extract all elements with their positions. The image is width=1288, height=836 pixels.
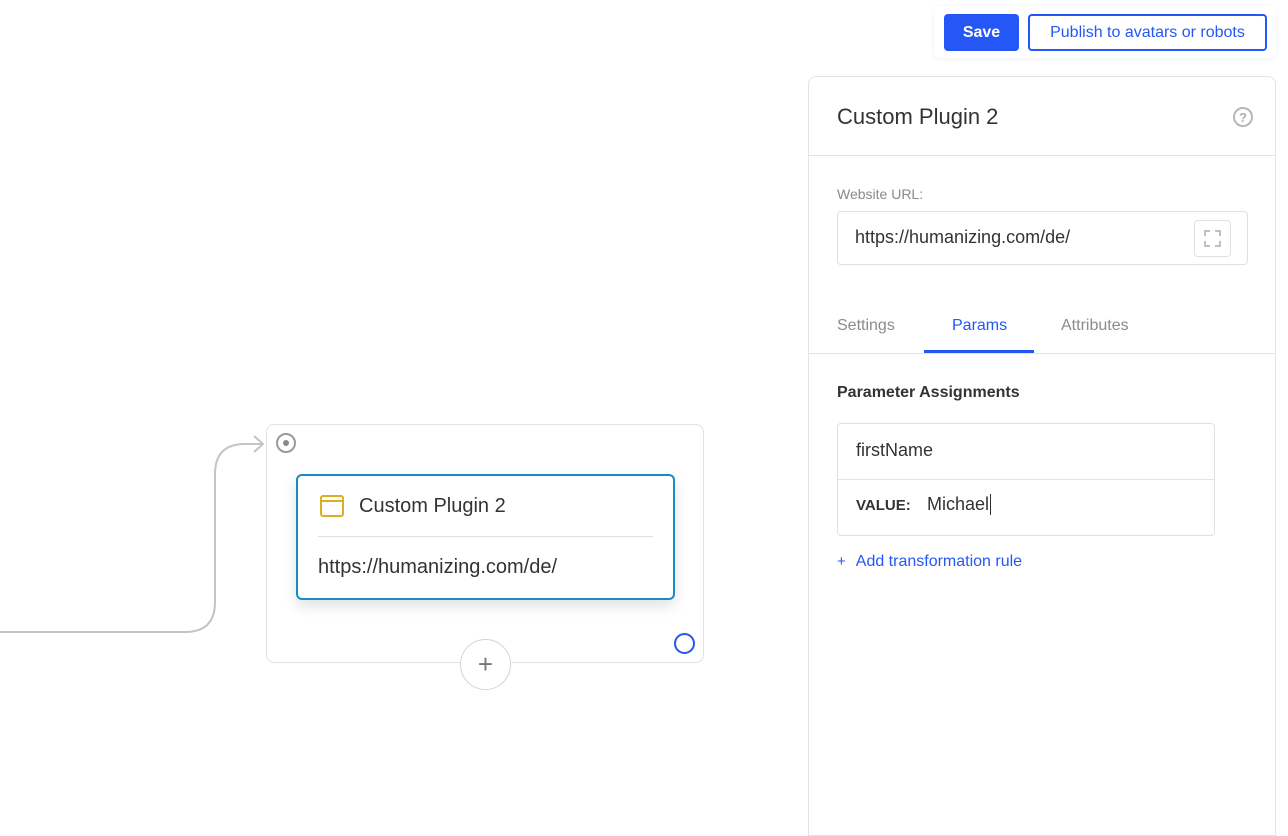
parameter-assignment-card: firstName VALUE: Michael <box>837 423 1215 536</box>
param-divider <box>838 479 1214 480</box>
expand-icon <box>1204 230 1221 247</box>
add-node-button[interactable]: + <box>460 639 511 690</box>
plugin-node-card[interactable]: Custom Plugin 2 https://humanizing.com/d… <box>296 474 675 600</box>
node-url: https://humanizing.com/de/ <box>318 556 558 578</box>
add-rule-label: Add transformation rule <box>855 553 1023 570</box>
plus-icon: + <box>837 553 846 570</box>
node-title: Custom Plugin 2 <box>359 495 506 517</box>
browser-window-icon <box>320 495 344 517</box>
add-transformation-rule-link[interactable]: + Add transformation rule <box>837 553 1022 571</box>
save-button[interactable]: Save <box>944 14 1019 51</box>
parameter-name: firstName <box>856 440 934 460</box>
value-input[interactable]: Michael <box>927 494 992 515</box>
website-url-value[interactable]: https://humanizing.com/de/ <box>855 227 1070 248</box>
panel-header: Custom Plugin 2 ? <box>809 77 1275 156</box>
website-url-field[interactable]: https://humanizing.com/de/ <box>837 211 1248 265</box>
connector-line <box>0 435 265 633</box>
expand-button[interactable] <box>1194 220 1231 257</box>
help-icon[interactable]: ? <box>1233 107 1253 127</box>
tab-params[interactable]: Params <box>952 317 1007 335</box>
flow-canvas[interactable]: Custom Plugin 2 https://humanizing.com/d… <box>0 0 808 818</box>
value-label: VALUE: <box>856 497 911 514</box>
output-port[interactable] <box>674 633 695 654</box>
parameter-assignments-title: Parameter Assignments <box>837 384 1020 401</box>
properties-panel: Custom Plugin 2 ? Website URL: https://h… <box>808 76 1276 836</box>
website-url-label: Website URL: <box>837 186 924 202</box>
panel-title: Custom Plugin 2 <box>837 104 999 129</box>
input-port[interactable] <box>276 433 296 453</box>
tab-attributes[interactable]: Attributes <box>1061 317 1129 335</box>
active-tab-indicator <box>924 350 1034 353</box>
publish-button[interactable]: Publish to avatars or robots <box>1028 14 1267 51</box>
node-divider <box>318 536 653 537</box>
panel-tabs: Settings Params Attributes <box>809 295 1275 354</box>
tab-settings[interactable]: Settings <box>837 317 895 335</box>
